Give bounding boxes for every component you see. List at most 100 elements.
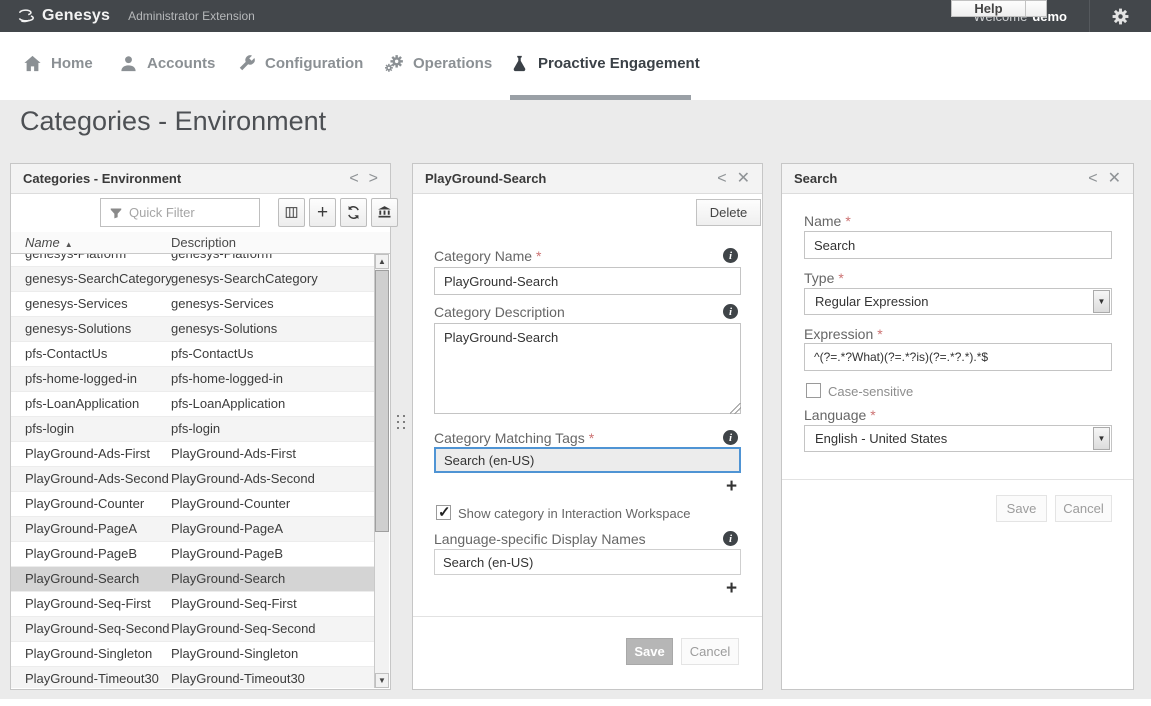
tab-accounts[interactable]: Accounts bbox=[119, 32, 215, 95]
app-window: Genesys Administrator Extension Welcome … bbox=[0, 0, 1151, 706]
case-sensitive-label: Case-sensitive bbox=[828, 384, 913, 399]
name-input[interactable] bbox=[804, 231, 1112, 259]
list-scrollbar[interactable]: ▲ ▼ bbox=[374, 254, 389, 688]
language-select-value: English - United States bbox=[815, 431, 947, 446]
row-name-cell: genesys-SearchCategory bbox=[25, 271, 172, 286]
table-row[interactable]: PlayGround-Search PlayGround-Search bbox=[11, 567, 375, 592]
info-icon[interactable]: i bbox=[723, 430, 738, 445]
row-name-cell: PlayGround-Singleton bbox=[25, 646, 152, 661]
scrollbar-thumb[interactable] bbox=[375, 270, 389, 532]
help-button[interactable]: Help bbox=[951, 0, 1025, 17]
info-icon[interactable]: i bbox=[723, 531, 738, 546]
row-description-cell: PlayGround-Search bbox=[171, 571, 285, 586]
category-description-textarea[interactable]: PlayGround-Search bbox=[434, 323, 741, 414]
case-sensitive-checkbox[interactable] bbox=[806, 383, 821, 398]
table-row[interactable]: genesys-Servicesgenesys-Services bbox=[11, 292, 375, 317]
column-picker-button[interactable] bbox=[278, 198, 305, 227]
tab-home[interactable]: Home bbox=[23, 32, 93, 95]
table-row[interactable]: PlayGround-PageAPlayGround-PageA bbox=[11, 517, 375, 542]
dropdown-arrow-icon[interactable]: ▼ bbox=[1093, 290, 1110, 313]
table-row[interactable]: pfs-loginpfs-login bbox=[11, 417, 375, 442]
table-row[interactable]: PlayGround-Seq-FirstPlayGround-Seq-First bbox=[11, 592, 375, 617]
type-select-value: Regular Expression bbox=[815, 294, 928, 309]
column-header-name[interactable]: Name▲ bbox=[25, 235, 73, 250]
required-asterisk: * bbox=[838, 270, 843, 286]
row-name-cell: PlayGround-Seq-Second bbox=[25, 621, 170, 636]
language-select[interactable]: English - United States ▼ bbox=[804, 425, 1112, 452]
table-row[interactable]: PlayGround-SingletonPlayGround-Singleton bbox=[11, 642, 375, 667]
show-in-workspace-checkbox[interactable] bbox=[436, 505, 451, 520]
matching-tag-item[interactable]: Search (en-US) bbox=[436, 453, 534, 468]
row-name-cell: pfs-LoanApplication bbox=[25, 396, 139, 411]
add-display-name-plus-icon[interactable]: + bbox=[726, 579, 737, 598]
row-description-cell: genesys-SearchCategory bbox=[171, 271, 318, 286]
main-nav: Home Accounts Configuration bbox=[0, 32, 1151, 100]
table-row[interactable]: PlayGround-Ads-FirstPlayGround-Ads-First bbox=[11, 442, 375, 467]
display-names-list[interactable]: Search (en-US) bbox=[434, 549, 741, 575]
tab-configuration-label: Configuration bbox=[265, 55, 363, 72]
save-button[interactable]: Save bbox=[996, 495, 1047, 522]
textarea-resize-grip[interactable] bbox=[730, 403, 741, 414]
delete-button[interactable]: Delete bbox=[696, 199, 761, 226]
display-name-item[interactable]: Search (en-US) bbox=[435, 555, 533, 570]
row-name-cell: PlayGround-PageA bbox=[25, 521, 137, 536]
table-row[interactable]: pfs-ContactUspfs-ContactUs bbox=[11, 342, 375, 367]
table-row[interactable]: genesys-SearchCategorygenesys-SearchCate… bbox=[11, 267, 375, 292]
display-names-label: Language-specific Display Names bbox=[434, 531, 646, 547]
drag-dots-icon bbox=[397, 415, 405, 429]
panel-close-icon[interactable]: ✕ bbox=[1108, 171, 1121, 187]
table-row[interactable]: genesys-Platformgenesys-Platform bbox=[11, 254, 375, 267]
table-row[interactable]: PlayGround-Seq-SecondPlayGround-Seq-Seco… bbox=[11, 617, 375, 642]
matching-tags-list[interactable]: Search (en-US) bbox=[434, 447, 741, 473]
add-tag-plus-icon[interactable]: + bbox=[726, 477, 737, 496]
column-header-description[interactable]: Description bbox=[171, 235, 236, 250]
row-name-cell: PlayGround-Search bbox=[25, 571, 139, 586]
tab-operations[interactable]: Operations bbox=[385, 32, 492, 95]
show-in-workspace-label: Show category in Interaction Workspace bbox=[458, 506, 690, 521]
refresh-button[interactable] bbox=[340, 198, 367, 227]
required-asterisk: * bbox=[845, 213, 850, 229]
scroll-down-arrow-icon[interactable]: ▼ bbox=[375, 673, 389, 688]
table-row[interactable]: PlayGround-PageBPlayGround-PageB bbox=[11, 542, 375, 567]
table-row[interactable]: PlayGround-Timeout30PlayGround-Timeout30 bbox=[11, 667, 375, 688]
info-icon[interactable]: i bbox=[723, 248, 738, 263]
active-tab-underline bbox=[510, 95, 691, 100]
panel-close-icon[interactable]: ✕ bbox=[737, 171, 750, 187]
row-description-cell: PlayGround-Ads-First bbox=[171, 446, 296, 461]
cancel-button[interactable]: Cancel bbox=[681, 638, 739, 665]
expression-input[interactable] bbox=[804, 343, 1112, 371]
panel-collapse-icon[interactable]: < bbox=[1088, 171, 1097, 187]
tab-configuration[interactable]: Configuration bbox=[237, 32, 363, 95]
table-row[interactable]: pfs-home-logged-inpfs-home-logged-in bbox=[11, 367, 375, 392]
table-header-row: Name▲ Description bbox=[11, 232, 390, 254]
row-name-cell: genesys-Platform bbox=[25, 254, 126, 261]
row-name-cell: PlayGround-Counter bbox=[25, 496, 144, 511]
scroll-up-arrow-icon[interactable]: ▲ bbox=[375, 254, 389, 269]
cancel-button[interactable]: Cancel bbox=[1055, 495, 1112, 522]
panel-next-icon[interactable]: > bbox=[369, 171, 378, 187]
row-name-cell: genesys-Solutions bbox=[25, 321, 131, 336]
panel-collapse-icon[interactable]: < bbox=[717, 171, 726, 187]
settings-gear-button[interactable] bbox=[1089, 0, 1151, 32]
table-row[interactable]: pfs-LoanApplicationpfs-LoanApplication bbox=[11, 392, 375, 417]
search-tag-panel: Search < ✕ Name* Type* Regular Expressio… bbox=[781, 163, 1134, 690]
flask-icon bbox=[510, 54, 529, 73]
info-icon[interactable]: i bbox=[723, 304, 738, 319]
plus-icon: + bbox=[317, 203, 328, 222]
detail-panel-header: PlayGround-Search < ✕ bbox=[413, 164, 762, 194]
panel-splitter-handle[interactable] bbox=[391, 163, 412, 690]
search-panel-title: Search bbox=[782, 171, 837, 186]
category-name-input[interactable] bbox=[434, 267, 741, 295]
type-select[interactable]: Regular Expression ▼ bbox=[804, 288, 1112, 315]
add-category-button[interactable]: + bbox=[309, 198, 336, 227]
table-row[interactable]: PlayGround-CounterPlayGround-Counter bbox=[11, 492, 375, 517]
dropdown-arrow-icon[interactable]: ▼ bbox=[1093, 427, 1110, 450]
save-button[interactable]: Save bbox=[626, 638, 673, 665]
accounts-person-icon bbox=[119, 54, 138, 73]
panel-prev-icon[interactable]: < bbox=[349, 171, 358, 187]
table-row[interactable]: genesys-Solutionsgenesys-Solutions bbox=[11, 317, 375, 342]
table-row[interactable]: PlayGround-Ads-SecondPlayGround-Ads-Seco… bbox=[11, 467, 375, 492]
quick-filter-input[interactable] bbox=[129, 199, 259, 226]
tab-proactive-engagement[interactable]: Proactive Engagement bbox=[510, 32, 700, 95]
detail-panel-title: PlayGround-Search bbox=[413, 171, 546, 186]
